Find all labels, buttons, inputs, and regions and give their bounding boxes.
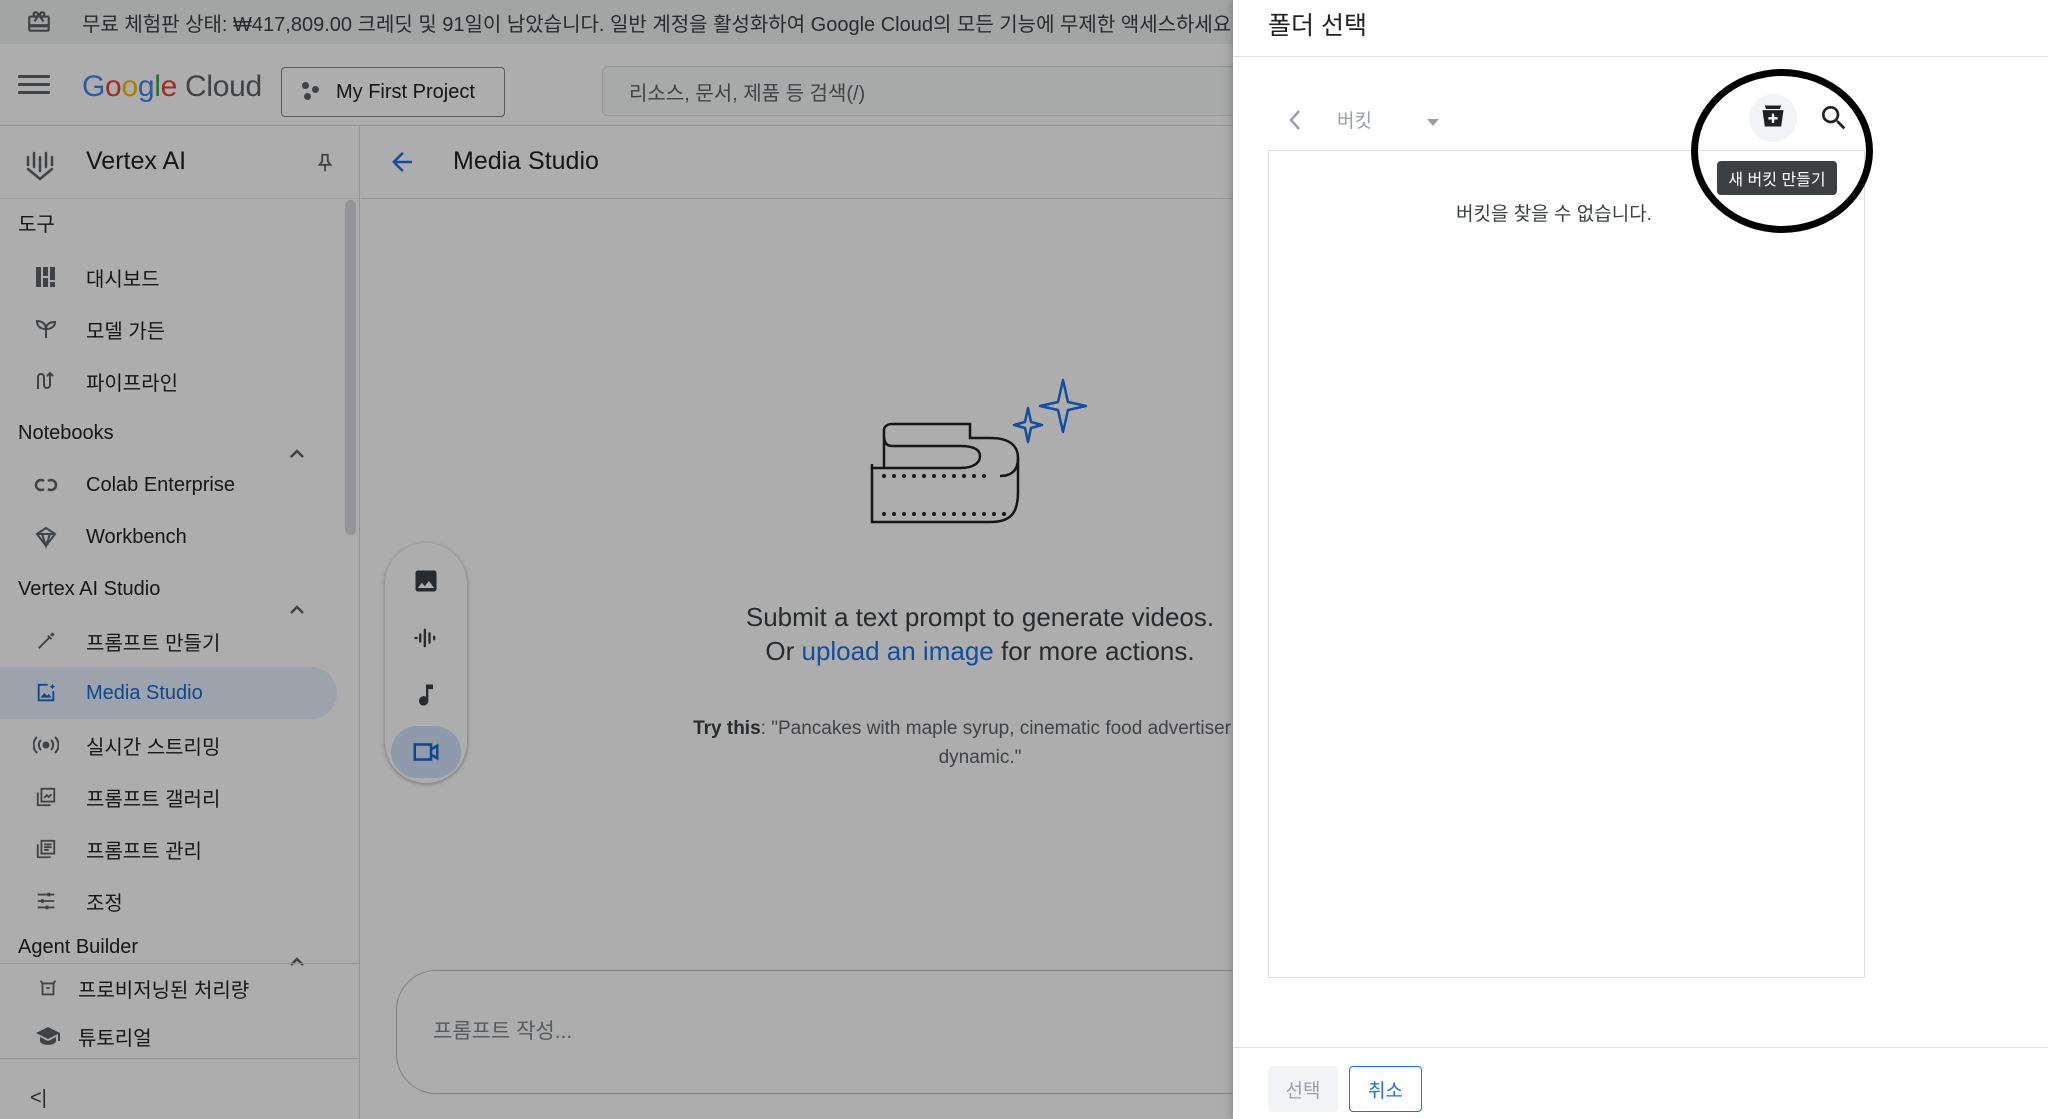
- divider: [1233, 56, 2048, 57]
- cancel-button[interactable]: 취소: [1349, 1066, 1422, 1112]
- dialog-title: 폴더 선택: [1268, 12, 1367, 40]
- chevron-left-icon[interactable]: [1287, 108, 1303, 137]
- divider: [1233, 1047, 2048, 1048]
- dropdown-arrow-icon[interactable]: [1425, 115, 1441, 133]
- bucket-list: 버킷을 찾을 수 없습니다.: [1268, 150, 1865, 978]
- breadcrumb-bucket[interactable]: 버킷: [1337, 106, 1372, 133]
- modal-backdrop[interactable]: [0, 0, 1233, 1119]
- select-button[interactable]: 선택: [1268, 1066, 1338, 1112]
- annotation-circle: [1691, 69, 1873, 233]
